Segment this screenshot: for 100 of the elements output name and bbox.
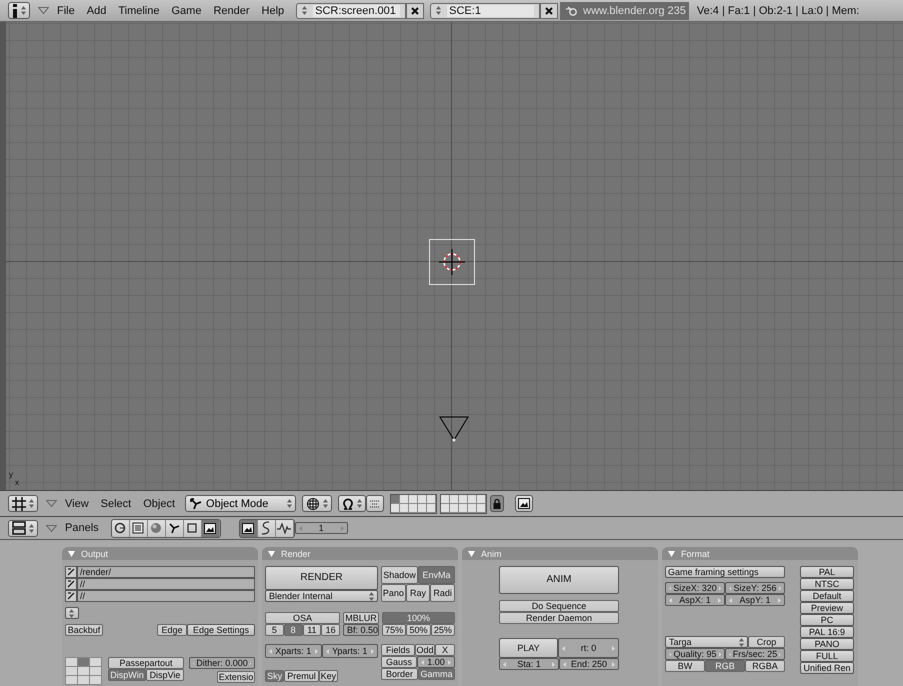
toggle-button[interactable]: RGBA [745, 660, 785, 672]
toggle-button[interactable]: Extensio [217, 671, 255, 683]
layer-button[interactable] [441, 494, 450, 504]
arrow-left-icon[interactable] [326, 648, 328, 654]
toggle-button[interactable]: MBLUR [343, 612, 379, 624]
number-field[interactable]: Xparts: 1 [265, 644, 322, 658]
arrow-left-icon[interactable] [729, 586, 732, 590]
arrow-left-icon[interactable] [669, 586, 672, 590]
toggle-button[interactable]: 5 [265, 624, 284, 636]
menu-item[interactable]: Help [262, 4, 284, 16]
grid-cell[interactable] [78, 676, 89, 684]
dropdown-menu[interactable]: Blender Internal [265, 590, 378, 602]
subcontext-tab[interactable] [276, 520, 294, 536]
grid-cell[interactable] [66, 667, 77, 675]
push-button[interactable]: Game framing settings [665, 566, 785, 578]
dropdown-menu[interactable] [65, 607, 79, 619]
toggle-button[interactable]: 25% [430, 624, 455, 636]
push-button[interactable]: Edge Settings [187, 624, 255, 636]
arrow-right-icon[interactable] [612, 646, 615, 650]
push-button[interactable]: FULL [800, 650, 854, 662]
toggle-button[interactable]: Gamma [418, 668, 455, 680]
arrow-left-icon[interactable] [562, 646, 565, 650]
toggle-button[interactable]: X [435, 644, 455, 656]
arrow-left-icon[interactable] [563, 662, 566, 666]
grid-cell[interactable] [90, 667, 101, 675]
toggle-button[interactable]: 75% [382, 624, 406, 636]
layer-button[interactable] [477, 494, 486, 504]
menu-item[interactable]: File [57, 4, 75, 16]
scene-field[interactable]: SCE:1 [430, 2, 540, 18]
arrow-left-icon[interactable] [503, 662, 506, 666]
grid-cell[interactable] [78, 658, 89, 666]
menu-item[interactable]: Timeline [118, 4, 160, 16]
menu-item[interactable]: Panels [65, 522, 99, 534]
number-field[interactable]: AspY: 1 [725, 594, 785, 606]
toggle-button[interactable]: Sky [265, 670, 284, 682]
file-icon[interactable] [65, 566, 77, 578]
context-tab[interactable] [184, 520, 202, 536]
toggle-button[interactable]: Backbuf [65, 624, 103, 636]
layer-button[interactable] [468, 494, 478, 504]
close-button[interactable] [540, 2, 558, 18]
layer-button[interactable] [427, 494, 436, 504]
editor-type-button[interactable] [8, 495, 38, 512]
snap-button[interactable] [366, 495, 384, 512]
layer-button[interactable] [391, 494, 400, 504]
grid-cell[interactable] [90, 676, 101, 684]
screen-field[interactable]: SCR:screen.001 [296, 2, 406, 18]
layer-button[interactable] [400, 494, 410, 504]
arrow-left-icon[interactable] [669, 598, 672, 602]
frame-field[interactable]: 1 [294, 522, 348, 534]
arrow-left-icon[interactable] [729, 598, 732, 602]
toggle-button[interactable]: Render Daemon [499, 612, 619, 624]
mode-dropdown[interactable]: Object Mode [185, 495, 296, 512]
file-icon[interactable] [65, 578, 77, 590]
dropdown-menu[interactable]: Targa [665, 636, 748, 648]
push-button[interactable]: ANIM [499, 566, 619, 594]
grid-cell[interactable] [66, 676, 77, 684]
toggle-button[interactable]: Premul [284, 670, 319, 682]
toggle-button[interactable]: Radi [430, 584, 456, 602]
context-tab[interactable] [202, 520, 220, 536]
toggle-button[interactable]: 100% [382, 612, 455, 624]
arrow-right-icon[interactable] [718, 652, 721, 656]
pivot-button[interactable] [338, 495, 366, 512]
push-button[interactable]: PANO [800, 638, 854, 650]
toggle-button[interactable]: Ray [406, 584, 430, 602]
layer-button[interactable] [459, 494, 468, 504]
menu-item[interactable]: Select [100, 498, 132, 510]
triangle-down-icon[interactable] [46, 524, 57, 532]
toggle-button[interactable]: 50% [406, 624, 431, 636]
subcontext-tab[interactable] [240, 520, 258, 536]
triangle-down-icon[interactable] [38, 7, 49, 14]
arrow-right-icon[interactable] [778, 598, 781, 602]
toggle-button[interactable]: EnvMa [418, 566, 455, 584]
push-button[interactable]: PAL [800, 566, 854, 578]
toggle-button[interactable]: RGB [705, 660, 745, 672]
toggle-button[interactable]: Fields [381, 644, 415, 656]
number-field[interactable]: SizeX: 320 [665, 582, 725, 594]
path-field[interactable]: /render/ [77, 566, 255, 578]
arrow-right-icon[interactable] [612, 662, 615, 666]
layer-button[interactable] [409, 494, 418, 504]
menu-item[interactable]: View [65, 498, 89, 510]
push-button[interactable]: PAL 16:9 [800, 626, 854, 638]
number-field[interactable]: Bf: 0.50 [343, 624, 379, 636]
file-icon[interactable] [65, 590, 77, 602]
toggle-button[interactable]: DispVie [146, 669, 184, 681]
arrow-left-icon[interactable] [669, 652, 672, 656]
arrow-right-icon[interactable] [314, 648, 318, 654]
toggle-button[interactable]: Pano [381, 584, 406, 602]
number-field[interactable]: Dither: 0.000 [189, 657, 255, 669]
number-field[interactable]: AspX: 1 [665, 594, 725, 606]
menu-item[interactable]: Object [143, 498, 176, 510]
toggle-button[interactable]: 16 [321, 624, 340, 636]
toggle-button[interactable]: 8 [284, 624, 302, 636]
arrow-right-icon[interactable] [778, 586, 781, 590]
number-field[interactable]: Yparts: 1 [322, 644, 378, 658]
number-field[interactable]: SizeY: 256 [725, 582, 785, 594]
arrow-left-icon[interactable] [269, 648, 272, 654]
toggle-button[interactable]: Key [318, 670, 338, 682]
toggle-button[interactable]: Crop [748, 636, 785, 648]
number-field[interactable]: Quality: 95 [665, 648, 725, 660]
toggle-button[interactable]: Border [381, 668, 418, 680]
